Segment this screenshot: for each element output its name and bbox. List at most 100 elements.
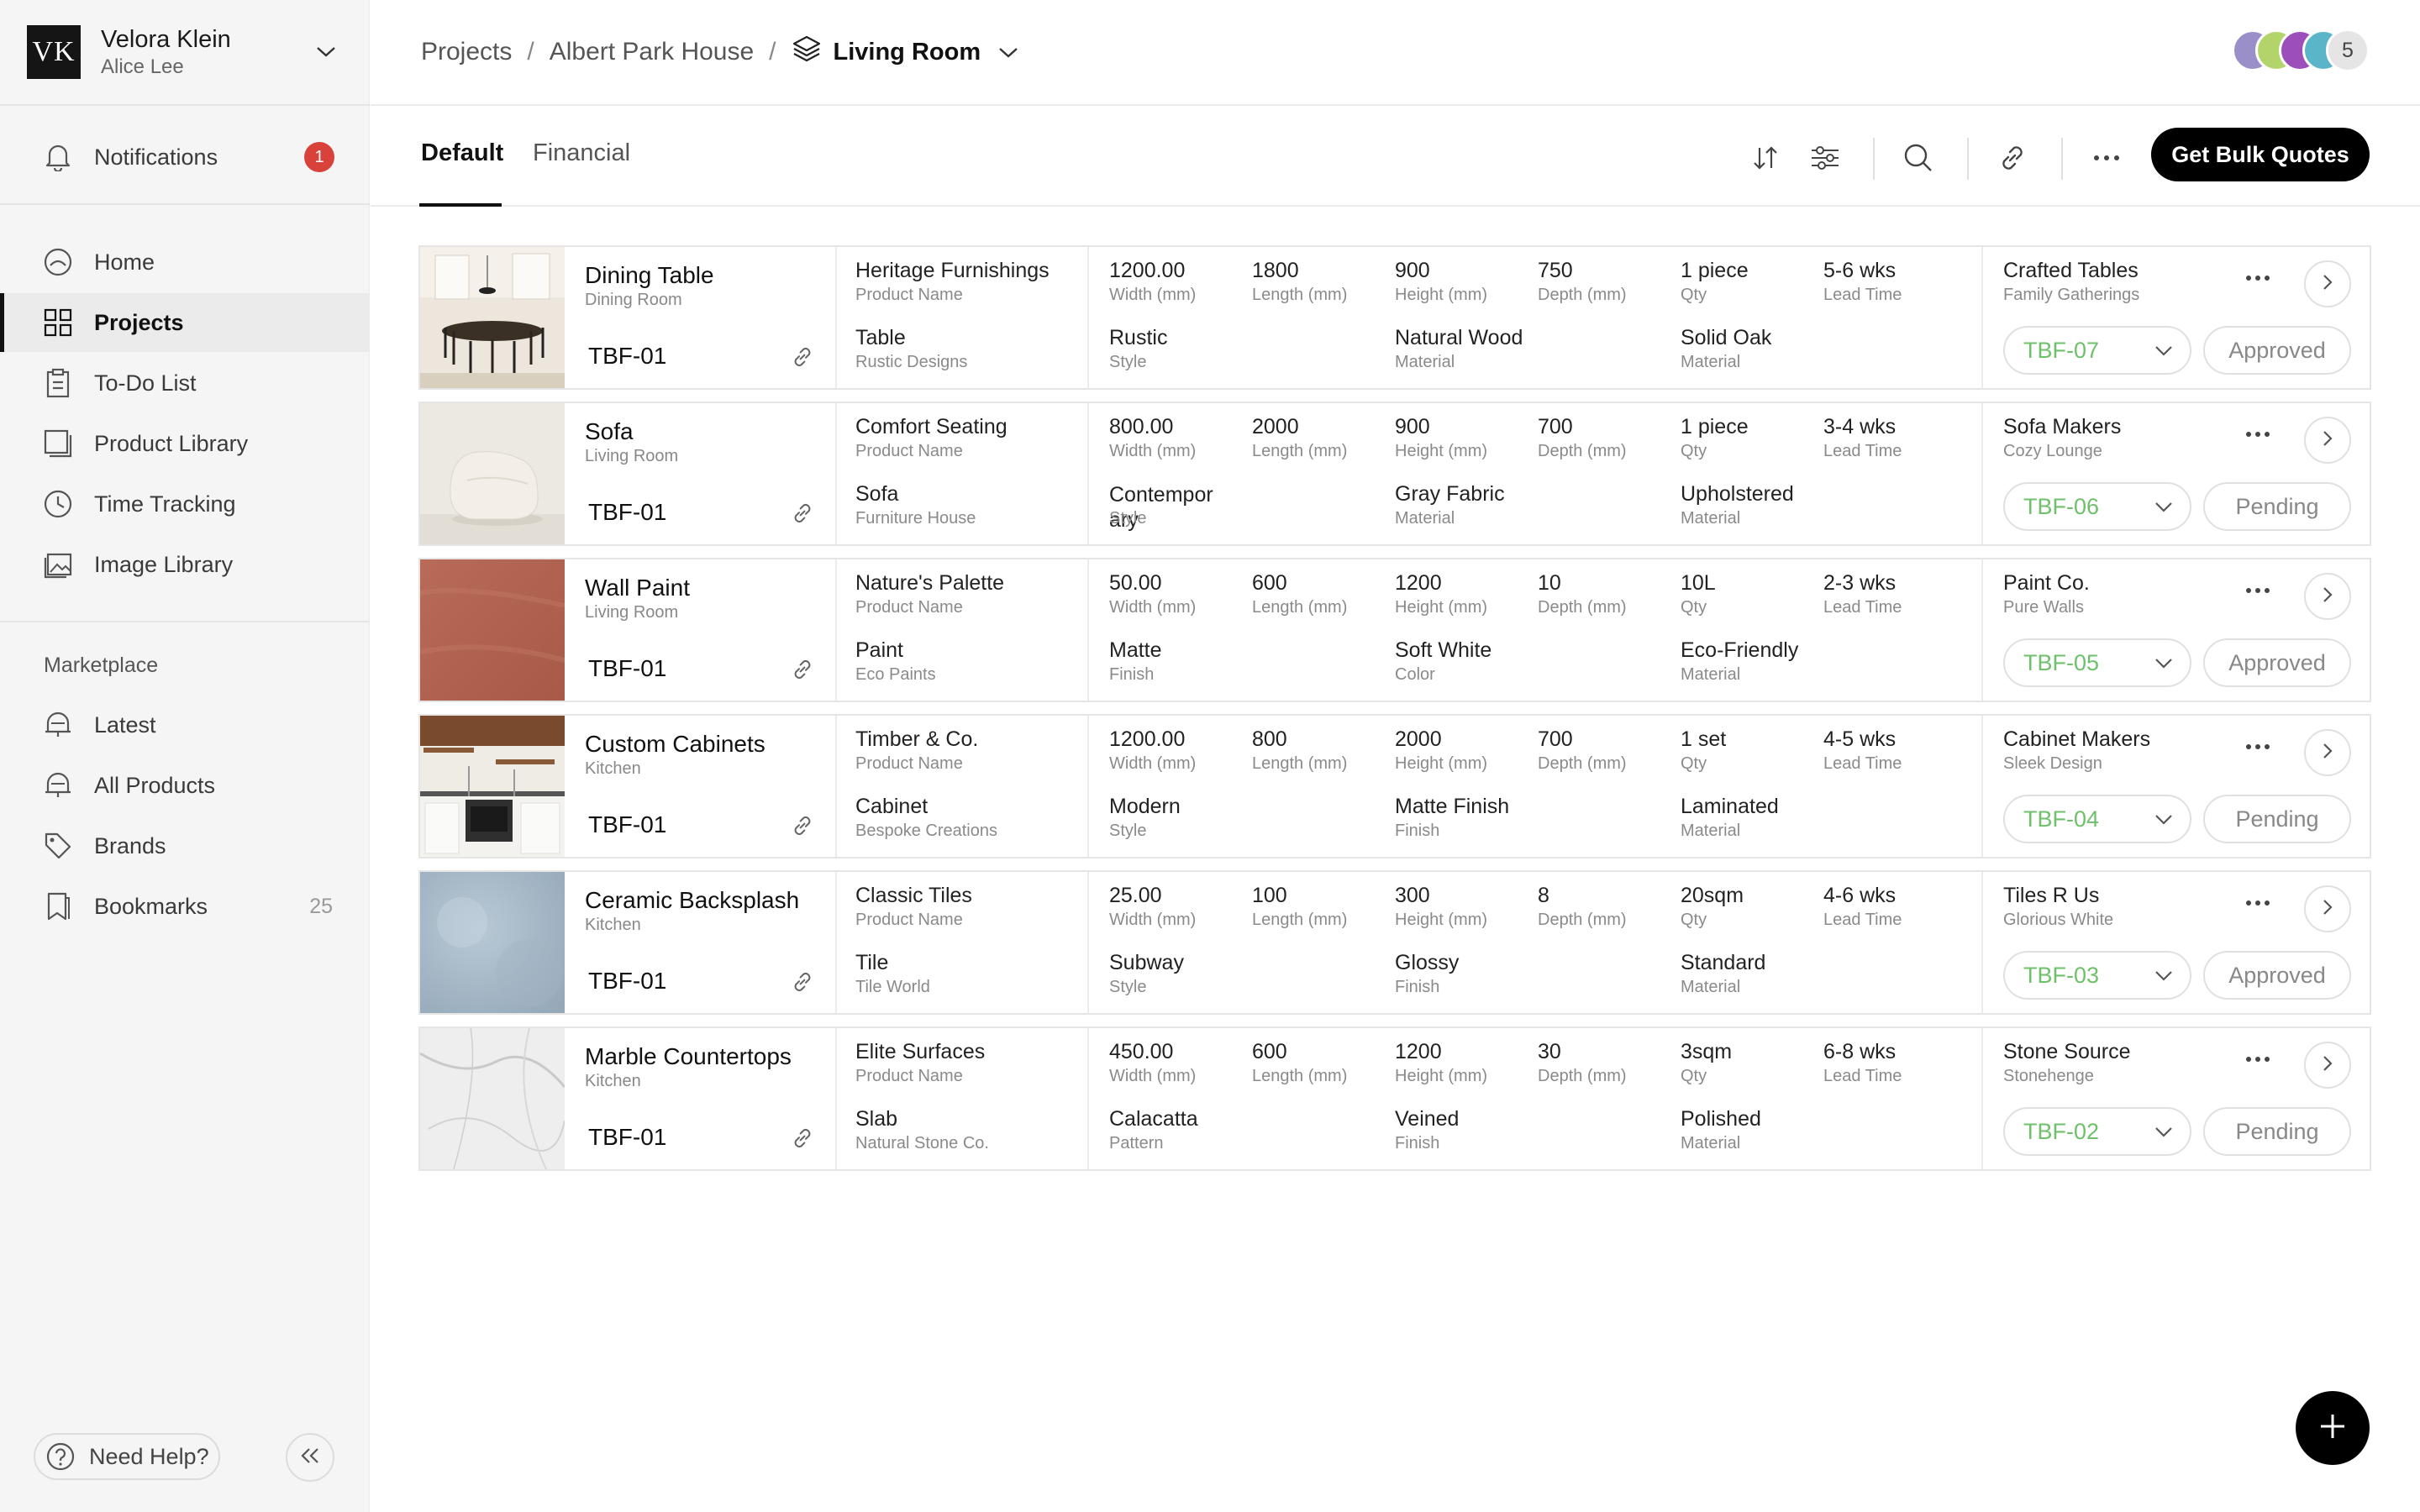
more-icon[interactable]: [2244, 422, 2277, 447]
status-badge[interactable]: Pending: [2203, 795, 2351, 843]
manufacturer-name: Classic Tiles: [855, 884, 972, 907]
link-icon[interactable]: [790, 501, 815, 530]
open-row-button[interactable]: [2304, 417, 2351, 464]
dimension-value: 600: [1252, 1040, 1287, 1063]
chevron-down-icon[interactable]: [309, 35, 343, 69]
table-row[interactable]: Dining Table Dining Room TBF-01 Heritage…: [418, 245, 2371, 390]
sidebar-item-notifications[interactable]: Notifications 1: [0, 128, 370, 186]
product-name[interactable]: Ceramic Backsplash: [585, 887, 799, 914]
collapse-sidebar-button[interactable]: [286, 1433, 334, 1482]
table-row[interactable]: Custom Cabinets Kitchen TBF-01 Timber & …: [418, 714, 2371, 858]
link-icon[interactable]: [1992, 138, 2033, 178]
dimension-value: 900: [1395, 415, 1430, 438]
attribute-label: Finish: [1395, 822, 1440, 840]
sidebar-item-brands[interactable]: Brands: [0, 816, 370, 875]
product-thumbnail[interactable]: [420, 403, 565, 544]
sidebar-item-todo[interactable]: To-Do List: [0, 354, 370, 412]
open-row-button[interactable]: [2304, 1042, 2351, 1089]
breadcrumb-current[interactable]: Living Room: [834, 39, 981, 66]
sidebar-item-home[interactable]: Home: [0, 233, 370, 291]
link-icon[interactable]: [790, 1126, 815, 1155]
sort-icon[interactable]: [1745, 138, 1786, 178]
sidebar-item-label: Home: [94, 249, 155, 275]
sidebar-item-bookmarks[interactable]: Bookmarks 25: [0, 877, 370, 936]
product-name[interactable]: Custom Cabinets: [585, 731, 765, 758]
more-icon[interactable]: [2244, 734, 2277, 759]
table-row[interactable]: Sofa Living Room TBF-01 Comfort Seating …: [418, 402, 2371, 546]
product-name[interactable]: Wall Paint: [585, 575, 690, 601]
breadcrumb-project[interactable]: Albert Park House: [550, 38, 754, 66]
attribute-value: Rustic: [1109, 326, 1168, 349]
status-badge[interactable]: Approved: [2203, 638, 2351, 687]
status-badge[interactable]: Pending: [2203, 482, 2351, 531]
more-icon[interactable]: [2244, 265, 2277, 291]
sidebar-item-time-tracking[interactable]: Time Tracking: [0, 475, 370, 533]
get-bulk-quotes-button[interactable]: Get Bulk Quotes: [2151, 128, 2370, 181]
reference-select[interactable]: TBF-03: [2003, 951, 2191, 1000]
avatar-count: 5: [2326, 29, 2370, 72]
product-thumbnail[interactable]: [420, 559, 565, 701]
filter-icon[interactable]: [1805, 138, 1845, 178]
more-icon[interactable]: [2244, 578, 2277, 603]
breadcrumb-projects[interactable]: Projects: [421, 38, 512, 66]
chevron-down-icon: [2153, 339, 2175, 367]
product-thumbnail[interactable]: [420, 716, 565, 857]
user-switcher[interactable]: VK Velora Klein Alice Lee: [27, 24, 343, 81]
dimension-value: 800: [1252, 727, 1287, 751]
table-row[interactable]: Ceramic Backsplash Kitchen TBF-01 Classi…: [418, 870, 2371, 1015]
sidebar-item-product-library[interactable]: Product Library: [0, 414, 370, 473]
product-name[interactable]: Dining Table: [585, 262, 714, 289]
table-row[interactable]: Marble Countertops Kitchen TBF-01 Elite …: [418, 1026, 2371, 1171]
product-name[interactable]: Marble Countertops: [585, 1043, 792, 1070]
supplier-subtitle: Pure Walls: [2003, 598, 2084, 617]
product-name[interactable]: Sofa: [585, 418, 634, 445]
link-icon[interactable]: [790, 657, 815, 686]
status-badge[interactable]: Approved: [2203, 951, 2351, 1000]
sidebar-item-image-library[interactable]: Image Library: [0, 535, 370, 594]
status-badge[interactable]: Pending: [2203, 1107, 2351, 1156]
sidebar-item-latest[interactable]: Latest: [0, 696, 370, 754]
open-row-button[interactable]: [2304, 260, 2351, 307]
collaborator-avatars[interactable]: 5: [2232, 29, 2370, 72]
open-row-button[interactable]: [2304, 729, 2351, 776]
more-icon[interactable]: [2244, 1047, 2277, 1072]
link-icon[interactable]: [790, 813, 815, 843]
link-icon[interactable]: [790, 969, 815, 999]
reference-select[interactable]: TBF-02: [2003, 1107, 2191, 1156]
dimension-label: Depth (mm): [1538, 286, 1627, 304]
chevron-down-icon[interactable]: [997, 38, 1019, 66]
product-code: TBF-01: [588, 968, 667, 994]
more-icon[interactable]: [2244, 890, 2277, 916]
add-button[interactable]: [2296, 1391, 2370, 1465]
sidebar-item-label: Latest: [94, 711, 156, 738]
reference-select[interactable]: TBF-05: [2003, 638, 2191, 687]
reference-select[interactable]: TBF-07: [2003, 326, 2191, 375]
dimension-label: Width (mm): [1109, 911, 1197, 929]
plus-icon: [2317, 1411, 2348, 1446]
more-icon[interactable]: [2086, 138, 2127, 178]
status-badge[interactable]: Approved: [2203, 326, 2351, 375]
product-thumbnail[interactable]: [420, 247, 565, 388]
product-code: TBF-01: [588, 811, 667, 837]
search-icon[interactable]: [1898, 138, 1939, 178]
tab-default[interactable]: Default: [421, 139, 503, 167]
dimension-value: 1200.00: [1109, 727, 1186, 751]
reference-select[interactable]: TBF-06: [2003, 482, 2191, 531]
product-thumbnail[interactable]: [420, 1028, 565, 1169]
link-icon[interactable]: [790, 344, 815, 374]
help-button[interactable]: Need Help?: [34, 1433, 220, 1480]
dimension-value: 4-5 wks: [1823, 727, 1897, 751]
open-row-button[interactable]: [2304, 885, 2351, 932]
table-row[interactable]: Wall Paint Living Room TBF-01 Nature's P…: [418, 558, 2371, 702]
dimension-value: 20sqm: [1681, 884, 1744, 907]
tab-financial[interactable]: Financial: [533, 139, 630, 167]
sidebar-item-projects[interactable]: Projects: [0, 293, 370, 352]
open-row-button[interactable]: [2304, 573, 2351, 620]
product-thumbnail[interactable]: [420, 872, 565, 1013]
dimension-value: 450.00: [1109, 1040, 1174, 1063]
attribute-label: Material: [1681, 509, 1741, 528]
product-brand: Natural Stone Co.: [855, 1134, 989, 1152]
sidebar-item-all-products[interactable]: All Products: [0, 756, 370, 815]
reference-select[interactable]: TBF-04: [2003, 795, 2191, 843]
dimension-label: Length (mm): [1252, 911, 1348, 929]
